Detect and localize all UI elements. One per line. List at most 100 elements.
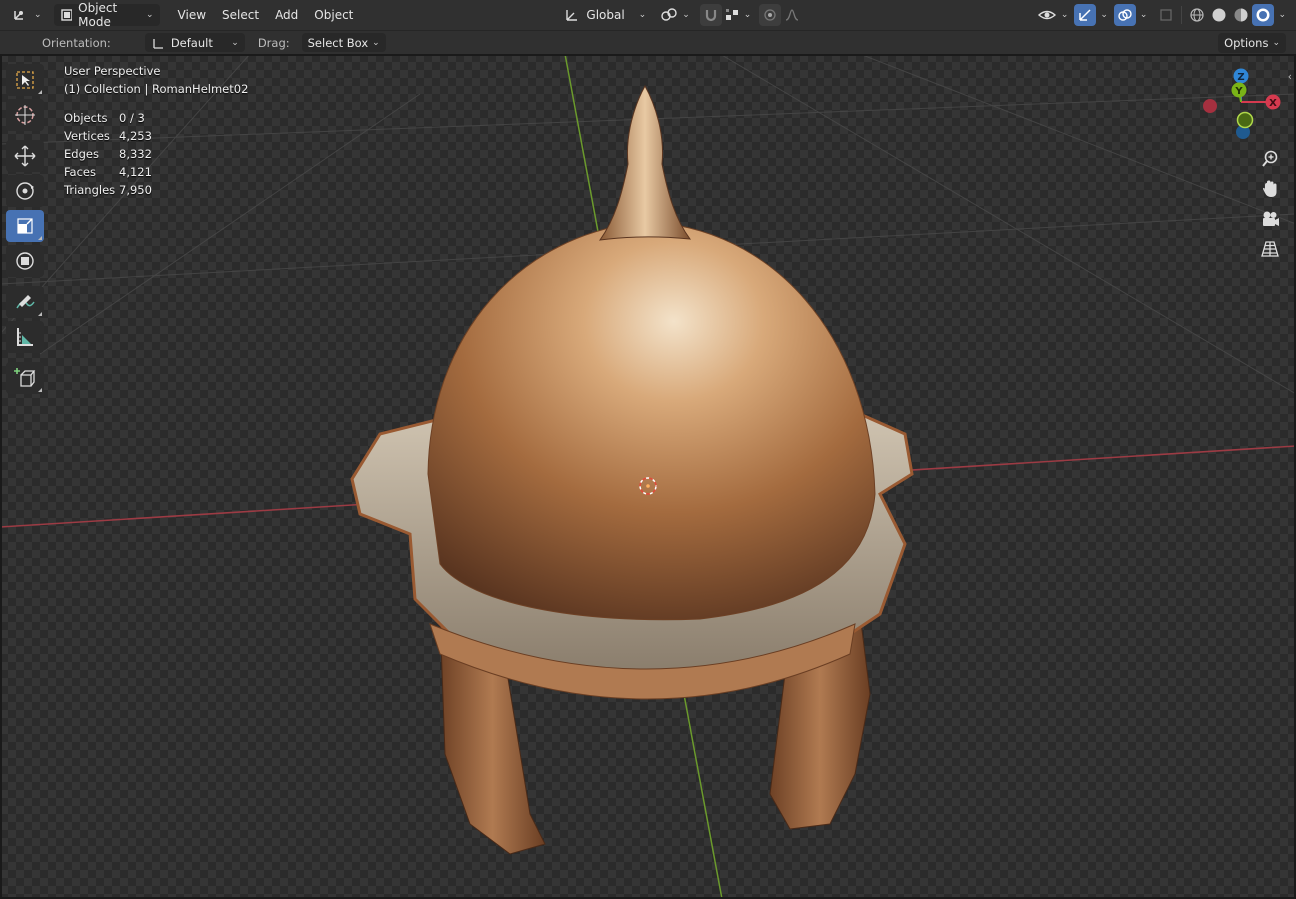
annotate-tool[interactable]: [6, 286, 44, 318]
shading-material[interactable]: [1230, 4, 1252, 26]
divider: [1181, 6, 1183, 24]
stat-label: Vertices: [64, 129, 110, 143]
gizmo-neg-x[interactable]: [1203, 99, 1217, 113]
svg-text:Y: Y: [1234, 86, 1243, 97]
shading-solid[interactable]: [1208, 4, 1230, 26]
snap-target-dropdown[interactable]: ⌄: [722, 4, 754, 26]
mode-label: Object Mode: [78, 1, 118, 29]
select-box-icon: [16, 71, 34, 89]
scale-tool[interactable]: [6, 210, 44, 242]
stat-label: Objects: [64, 111, 108, 125]
chevron-down-icon: ⌄: [1272, 38, 1280, 48]
svg-text:X: X: [1269, 98, 1277, 109]
stat-label: Faces: [64, 165, 96, 179]
gizmo-toggle[interactable]: [1074, 4, 1097, 26]
chevron-down-icon: ⌄: [638, 10, 647, 20]
orientation-setting-dropdown[interactable]: Default ⌄: [144, 33, 245, 52]
transform-tool[interactable]: [6, 245, 44, 277]
select-box-tool[interactable]: [6, 64, 44, 96]
hand-icon: [1263, 180, 1277, 197]
tool-variants-indicator: [38, 236, 42, 240]
menu-view[interactable]: View: [170, 4, 214, 26]
add-cube-icon: [14, 368, 36, 387]
chevron-down-icon: ⌄: [146, 10, 154, 20]
transform-icon: [16, 252, 34, 270]
editor-type-button[interactable]: ⌄: [6, 4, 48, 26]
magnet-icon: [705, 10, 716, 22]
stat-row: Triangles 7,950: [64, 181, 248, 199]
eye-icon: [1037, 10, 1056, 20]
scale-icon: [17, 218, 33, 234]
measure-tool[interactable]: [6, 321, 44, 353]
view-name: User Perspective: [64, 64, 161, 78]
mode-dropdown[interactable]: Object Mode ⌄: [53, 1, 160, 29]
xray-icon: [1160, 9, 1173, 21]
tool-shelf: [6, 64, 46, 397]
proportional-edit-icon: [764, 9, 776, 21]
rotate-tool[interactable]: [6, 175, 44, 207]
menu-select[interactable]: Select: [214, 4, 267, 26]
proportional-editing-toggle[interactable]: [759, 4, 782, 26]
collection-line: (1) Collection | RomanHelmet02: [64, 82, 249, 96]
move-arrows-icon: [14, 145, 36, 167]
stat-label: Triangles: [64, 183, 116, 197]
stat-row: Objects 0 / 3: [64, 109, 248, 127]
viewport-header: ⌄ Object Mode ⌄ View Select Add Object G…: [0, 0, 1296, 30]
gizmo-icon: [1079, 9, 1091, 21]
orientation-axes-icon: [566, 10, 578, 21]
stat-value: 8,332: [119, 147, 152, 161]
options-dropdown[interactable]: Options ⌄: [1218, 33, 1286, 53]
drag-setting-dropdown[interactable]: Select Box ⌄: [301, 33, 386, 52]
xray-toggle[interactable]: [1155, 4, 1177, 26]
3d-viewport[interactable]: User Perspective (1) Collection | RomanH…: [0, 54, 1296, 899]
axes-editor-icon: [14, 11, 23, 20]
snap-toggle[interactable]: [699, 4, 722, 26]
overlays-toggle[interactable]: [1113, 4, 1136, 26]
pivot-link-icon: [661, 8, 677, 21]
shading-rendered[interactable]: [1252, 4, 1275, 26]
gizmo-y[interactable]: Y: [1231, 82, 1247, 98]
magnifier-icon: [1262, 150, 1278, 167]
scene-statistics: Objects 0 / 3 Vertices 4,253 Edges 8,332 Fa…: [64, 109, 248, 199]
gizmo-x[interactable]: X: [1265, 94, 1281, 110]
header-menus: View Select Add Object: [170, 4, 362, 26]
tool-variants-indicator: [38, 388, 42, 392]
zoom-button[interactable]: [1257, 146, 1283, 172]
perspective-toggle-button[interactable]: [1257, 236, 1283, 262]
tool-variants-indicator: [38, 312, 42, 316]
chevron-down-icon: ⌄: [231, 37, 239, 48]
chevron-down-icon: ⌄: [1100, 10, 1108, 20]
pivot-point-button[interactable]: ⌄: [654, 4, 696, 26]
rotate-icon: [16, 182, 34, 200]
shading-wireframe[interactable]: [1186, 4, 1208, 26]
grid-perspective-icon: [1261, 241, 1279, 257]
orientation-axes-icon: [153, 38, 163, 49]
orientation-setting-label: Orientation:: [42, 35, 111, 50]
snap-grid-icon: [725, 9, 738, 20]
cursor-tool[interactable]: [6, 99, 44, 131]
chevron-down-icon: ⌄: [743, 10, 752, 20]
pan-button[interactable]: [1257, 176, 1283, 202]
sidebar-toggle-arrow[interactable]: ‹: [1288, 70, 1292, 83]
falloff-button[interactable]: [781, 4, 803, 26]
orientation-label: Global: [586, 8, 625, 22]
falloff-curve-icon: [786, 9, 799, 21]
gizmo-z[interactable]: Z: [1233, 68, 1249, 84]
options-label: Options: [1224, 36, 1269, 50]
gizmo-neg-y[interactable]: [1236, 111, 1254, 129]
visibility-dropdown[interactable]: ⌄: [1035, 4, 1071, 26]
transform-orientation-dropdown[interactable]: Global ⌄: [558, 4, 652, 26]
tool-settings-bar: Orientation: Default ⌄ Drag: Select Box …: [0, 30, 1296, 54]
menu-object[interactable]: Object: [306, 4, 361, 26]
material-sphere-icon: [1234, 8, 1248, 22]
drag-setting-label: Drag:: [257, 35, 290, 50]
stat-row: Faces 4,121: [64, 163, 248, 181]
menu-add[interactable]: Add: [267, 4, 306, 26]
wireframe-sphere-icon: [1190, 8, 1205, 22]
add-cube-tool[interactable]: [6, 362, 44, 394]
move-tool[interactable]: [6, 140, 44, 172]
camera-view-button[interactable]: [1257, 206, 1283, 232]
solid-sphere-icon: [1212, 8, 1226, 22]
overlays-icon: [1118, 9, 1132, 21]
chevron-down-icon: ⌄: [34, 10, 42, 20]
